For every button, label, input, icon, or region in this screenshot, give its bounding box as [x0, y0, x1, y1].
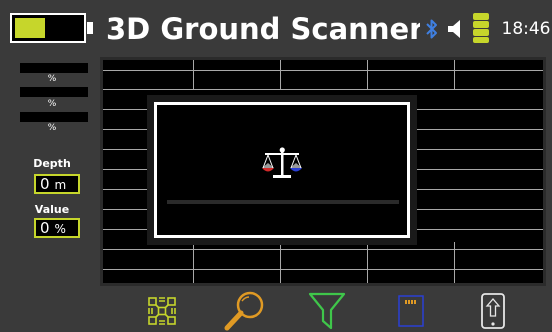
clock: 18:46 [501, 19, 551, 39]
depth-field[interactable]: 0m [34, 174, 80, 194]
signal-bar [473, 37, 489, 43]
calibration-dialog [154, 102, 410, 238]
meter-percent-label: % [47, 99, 57, 109]
depth-label: Depth [33, 157, 71, 170]
signal-strength-icon [473, 13, 489, 43]
grid-line [280, 242, 281, 283]
grid-line [367, 60, 368, 90]
grid-line [193, 242, 194, 283]
battery-icon [10, 13, 93, 43]
value-value: 0 [40, 219, 50, 237]
battery-tip [87, 22, 93, 34]
grid-line [280, 60, 281, 90]
meter-percent-label: % [47, 74, 57, 84]
grid-line [193, 60, 194, 90]
signal-bar [473, 29, 489, 36]
grid-line [103, 89, 543, 90]
grid-line [103, 249, 543, 250]
battery-fill [15, 18, 45, 38]
depth-unit: m [54, 178, 67, 192]
progress-bar [167, 200, 399, 204]
filter-funnel-icon [308, 292, 346, 330]
grid-line [103, 269, 543, 270]
speaker-icon[interactable] [447, 19, 463, 39]
scan-pattern-button[interactable] [140, 291, 184, 331]
grid-line [454, 242, 455, 283]
depth-value: 0 [40, 175, 50, 193]
balance-scale-icon [262, 147, 302, 178]
app-title: 3D Ground Scanner [106, 12, 424, 46]
value-field[interactable]: 0% [34, 218, 80, 238]
bluetooth-icon[interactable] [425, 18, 439, 40]
value-label: Value [34, 203, 70, 216]
phone-upload-icon [481, 293, 505, 329]
grid-line [367, 242, 368, 283]
magnifier-icon [224, 291, 264, 331]
signal-bar [473, 13, 489, 20]
upload-to-device-button[interactable] [470, 291, 516, 331]
sd-card-icon [398, 295, 424, 327]
grid-pattern-icon [148, 297, 176, 325]
search-button[interactable] [220, 291, 270, 331]
meter-bar [20, 112, 88, 122]
sd-card-button[interactable] [388, 291, 434, 331]
meter-percent-label: % [47, 123, 57, 133]
meter-bar [20, 63, 88, 73]
grid-line [103, 70, 543, 71]
value-unit: % [54, 222, 66, 236]
grid-line [454, 60, 455, 90]
left-panel: % % % Depth 0m Value 0% [12, 57, 92, 289]
top-bar: 3D Ground Scanner 18:46 [0, 0, 552, 56]
meter-bar [20, 87, 88, 97]
filter-button[interactable] [304, 291, 350, 331]
signal-bar [473, 21, 489, 28]
